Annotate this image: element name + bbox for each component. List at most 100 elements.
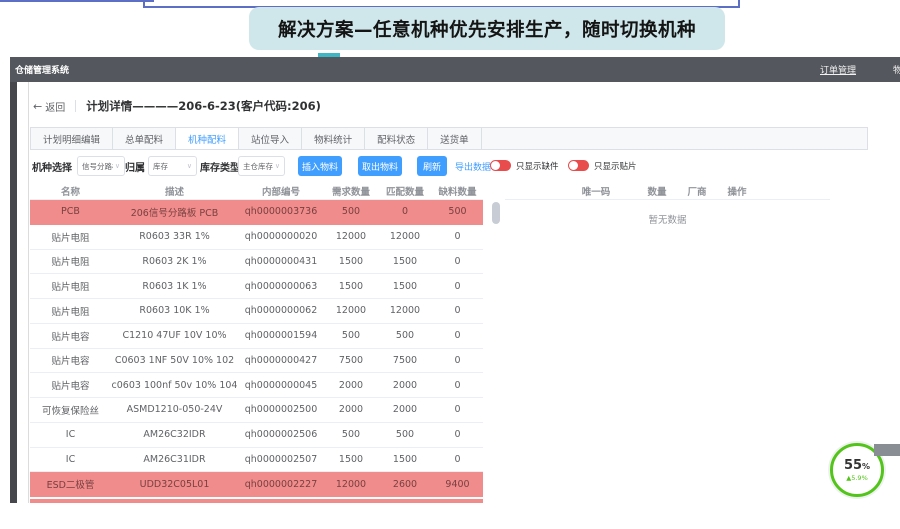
column-header: 名称 (30, 184, 111, 198)
cell-name: 贴片电阻 (30, 304, 111, 318)
cell-code: qh0000000045 (238, 380, 324, 391)
cell-matched: 2000 (378, 404, 432, 415)
table-row[interactable]: 可恢复保险丝ASMD1210-050-24Vqh0000002500200020… (30, 398, 483, 423)
back-arrow-icon: ← (33, 100, 42, 113)
tab-total-order-batching[interactable]: 总单配料 (113, 128, 176, 149)
tab-station-import[interactable]: 站位导入 (239, 128, 302, 149)
toggle-knob (491, 161, 500, 170)
cell-demand: 1500 (324, 281, 378, 292)
table-row[interactable]: ESD二极管UDD32C05L01qh000000222712000260094… (30, 472, 483, 497)
cell-code: qh0000000062 (238, 305, 324, 316)
export-data-link[interactable]: 导出数据 (455, 152, 491, 180)
partial-highlight-row (30, 499, 483, 503)
table-row[interactable]: ICAM26C31IDRqh0000002507150015000 (30, 448, 483, 473)
tab-delivery-note[interactable]: 送货单 (428, 128, 482, 149)
takeout-material-button[interactable]: 取出物料 (358, 156, 402, 176)
owner-value: 库存 (153, 161, 168, 172)
app-title: 仓储管理系统 (15, 57, 69, 82)
material-table: 名称描述内部编号需求数量匹配数量缺料数量 PCB206信号分路板 PCBqh00… (30, 182, 483, 497)
stock-type-dropdown[interactable]: 主仓库存 ∨ (238, 156, 285, 176)
chevron-down-icon: ∨ (275, 162, 280, 170)
cell-shortage: 0 (432, 330, 483, 341)
table-row[interactable]: 贴片电容c0603 100nf 50v 10% 104qh00000000452… (30, 373, 483, 398)
cell-matched: 2600 (378, 479, 432, 490)
column-header: 匹配数量 (378, 184, 432, 198)
machine-select-dropdown[interactable]: 信号分路板 ∨ (77, 156, 125, 176)
cell-shortage: 0 (432, 380, 483, 391)
machine-select-value: 信号分路板 (82, 161, 113, 172)
cell-shortage: 0 (432, 281, 483, 292)
tab-batching-status[interactable]: 配料状态 (365, 128, 428, 149)
back-label: 返回 (45, 99, 65, 114)
table-row[interactable]: 贴片电阻R0603 33R 1%qh000000002012000120000 (30, 225, 483, 250)
insert-material-button[interactable]: 插入物料 (298, 156, 342, 176)
column-header: 需求数量 (324, 184, 378, 198)
window-left-edge (10, 57, 17, 503)
progress-delta-value: 5.9% (851, 474, 868, 482)
table-row[interactable]: 贴片电阻R0603 2K 1%qh0000000431150015000 (30, 250, 483, 275)
table-row[interactable]: PCB206信号分路板 PCBqh00000037365000500 (30, 200, 483, 225)
stock-type-label: 库存类型 (200, 152, 240, 180)
machine-select-label: 机种选择 (32, 152, 72, 180)
table-row[interactable]: 贴片电阻R0603 1K 1%qh0000000063150015000 (30, 274, 483, 299)
column-header: 数量 (647, 182, 666, 200)
cell-demand: 500 (324, 206, 378, 217)
solution-banner: 解决方案—任意机种优先安排生产，随时切换机种 (249, 7, 725, 50)
left-table-header: 名称描述内部编号需求数量匹配数量缺料数量 (30, 182, 483, 200)
table-row[interactable]: 贴片电容C1210 47UF 10V 10%qh0000001594500500… (30, 324, 483, 349)
cell-desc: R0603 33R 1% (111, 231, 238, 242)
cell-desc: UDD32C05L01 (111, 479, 238, 490)
scrollbar-handle-artifact[interactable] (874, 444, 900, 456)
cell-shortage: 0 (432, 256, 483, 267)
cell-demand: 12000 (324, 231, 378, 242)
column-header: 缺料数量 (432, 184, 483, 198)
main-content: ← 返回 计划详情————206-6-23(客户代码:206) 计划明细编辑总单… (17, 82, 900, 503)
cell-shortage: 0 (432, 305, 483, 316)
empty-data-text: 暂无数据 (505, 212, 830, 226)
cell-code: qh0000003736 (238, 206, 324, 217)
tab-plan-detail-edit[interactable]: 计划明细编辑 (31, 128, 113, 149)
cell-shortage: 9400 (432, 479, 483, 490)
content-left-border (28, 82, 29, 503)
owner-dropdown[interactable]: 库存 ∨ (148, 156, 197, 176)
cell-demand: 7500 (324, 355, 378, 366)
table-row[interactable]: 贴片电阻R0603 10K 1%qh000000006212000120000 (30, 299, 483, 324)
nav-item-order-management[interactable]: 订单管理 (820, 57, 856, 82)
table-row[interactable]: 贴片电容C0603 1NF 50V 10% 102qh0000000427750… (30, 349, 483, 374)
cell-demand: 1500 (324, 454, 378, 465)
cell-shortage: 0 (432, 429, 483, 440)
table-row[interactable]: ICAM26C32IDRqh00000025065005000 (30, 423, 483, 448)
chevron-down-icon: ∨ (187, 162, 192, 170)
cell-name: ESD二极管 (30, 477, 111, 491)
cell-matched: 500 (378, 429, 432, 440)
cell-desc: c0603 100nf 50v 10% 104 (111, 380, 238, 391)
owner-label: 归属 (125, 152, 145, 180)
refresh-button[interactable]: 刷新 (417, 156, 447, 176)
cell-shortage: 0 (432, 454, 483, 465)
cell-desc: R0603 10K 1% (111, 305, 238, 316)
cell-demand: 12000 (324, 305, 378, 316)
app-header-bar: 仓储管理系统 订单管理 物 (10, 57, 900, 82)
cell-desc: C0603 1NF 50V 10% 102 (111, 355, 238, 366)
cell-name: IC (30, 429, 111, 440)
cell-code: qh0000002507 (238, 454, 324, 465)
column-header: 操作 (727, 182, 746, 200)
cell-name: 贴片电阻 (30, 279, 111, 293)
cell-name: 贴片电容 (30, 378, 111, 392)
cell-name: 贴片电阻 (30, 254, 111, 268)
toggle-show-missing-only[interactable] (490, 160, 511, 171)
tab-machine-batching[interactable]: 机种配料 (176, 128, 239, 149)
cell-name: 贴片电阻 (30, 230, 111, 244)
left-table-scrollbar[interactable] (492, 202, 500, 224)
page-title: 计划详情————206-6-23(客户代码:206) (86, 98, 321, 114)
cell-name: 贴片电容 (30, 353, 111, 367)
nav-item-clipped[interactable]: 物 (893, 57, 900, 82)
back-button[interactable]: ← 返回 (33, 99, 65, 114)
left-table-body: PCB206信号分路板 PCBqh00000037365000500贴片电阻R0… (30, 200, 483, 497)
cell-desc: R0603 2K 1% (111, 256, 238, 267)
cell-desc: 206信号分路板 PCB (111, 205, 238, 219)
cell-desc: ASMD1210-050-24V (111, 404, 238, 415)
toggle-show-smd-only[interactable] (568, 160, 589, 171)
slide-artifact-box-left (0, 0, 154, 2)
tab-material-stats[interactable]: 物料统计 (302, 128, 365, 149)
